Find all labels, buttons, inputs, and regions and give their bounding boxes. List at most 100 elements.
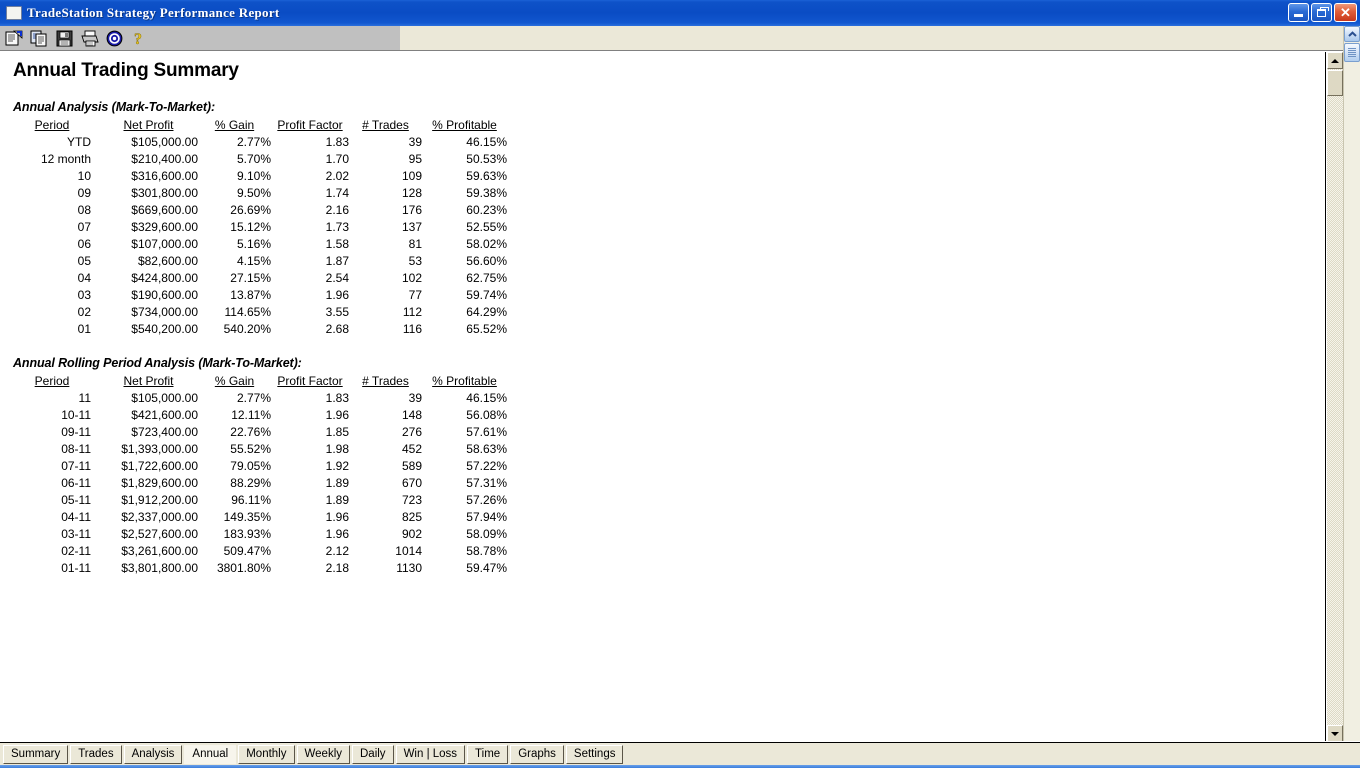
cell-net-profit: $107,000.00 (131, 237, 198, 251)
cell-period: 10-11 (61, 408, 91, 422)
cell-num-trades: 39 (408, 391, 422, 405)
window-scrollbar[interactable] (1343, 26, 1360, 768)
restore-button[interactable] (1311, 3, 1332, 22)
toolbar: ? (0, 26, 1360, 51)
cell-net-profit: $421,600.00 (131, 408, 198, 422)
scroll-thumb-grip (1348, 48, 1356, 57)
cell-net-profit: $105,000.00 (131, 135, 198, 149)
cell-net-profit: $210,400.00 (131, 152, 198, 166)
minimize-button[interactable] (1288, 3, 1309, 22)
column-header-net-profit: Net Profit (123, 374, 174, 388)
cell-profit-factor: 1.92 (325, 459, 349, 473)
print-icon (80, 30, 99, 47)
tab-graphs[interactable]: Graphs (510, 745, 564, 764)
column-header-period: Period (34, 118, 70, 132)
cell-profit-factor: 2.16 (325, 203, 349, 217)
cell-num-trades: 723 (401, 493, 422, 507)
minimize-icon (1294, 14, 1303, 17)
report-content: Annual Trading Summary Annual Analysis (… (0, 52, 1325, 577)
column-header-period: Period (34, 374, 70, 388)
document-scroll-thumb[interactable] (1327, 70, 1343, 96)
print-button[interactable] (78, 28, 100, 49)
cell-num-trades: 102 (401, 271, 422, 285)
cell-num-trades: 452 (401, 442, 422, 456)
copy-button[interactable] (28, 28, 50, 49)
tab-time[interactable]: Time (467, 745, 509, 764)
chevron-up-icon (1347, 30, 1357, 38)
window-scroll-thumb[interactable] (1344, 43, 1360, 62)
table-row: 08-11 $1,393,000.00 55.52% 1.98 452 58.63% (13, 441, 507, 458)
table-row: 07 $329,600.00 15.12% 1.73 137 52.55% (13, 219, 507, 236)
tab-annual[interactable]: Annual (184, 745, 237, 764)
client-area: Annual Trading Summary Annual Analysis (… (0, 51, 1343, 742)
document-scroll-up-button[interactable] (1327, 52, 1343, 69)
document-scrollbar[interactable] (1327, 52, 1343, 742)
cell-pct-profitable: 57.22% (466, 459, 507, 473)
cell-profit-factor: 1.73 (325, 220, 349, 234)
page-title: Annual Trading Summary (13, 60, 239, 81)
section-heading: Annual Analysis (Mark-To-Market): (13, 100, 216, 114)
cell-num-trades: 77 (408, 288, 422, 302)
cell-num-trades: 112 (402, 305, 422, 319)
table-row: 02-11 $3,261,600.00 509.47% 2.12 1014 58.78% (13, 543, 507, 560)
table-row: 05-11 $1,912,200.00 96.11% 1.89 723 57.26% (13, 492, 507, 509)
table-row: 10 $316,600.00 9.10% 2.02 109 59.63% (13, 168, 507, 185)
column-header-num-trades: # Trades (362, 118, 409, 132)
table-row: 01-11 $3,801,800.00 3801.80% 2.18 1130 59.47% (13, 560, 507, 577)
cell-period: 03 (77, 288, 91, 302)
annual-rolling-body: 11 $105,000.00 2.77% 1.83 39 46.15% 10-11 $421,… (13, 390, 507, 577)
tab-daily[interactable]: Daily (352, 745, 394, 764)
cell-pct-gain: 27.15% (230, 271, 271, 285)
table-header-row: Period Net Profit % Gain Profit Factor #… (13, 117, 507, 134)
table-row: 04-11 $2,337,000.00 149.35% 1.96 825 57.94% (13, 509, 507, 526)
document-scroll-down-button[interactable] (1327, 725, 1343, 742)
open-report-button[interactable] (3, 28, 25, 49)
properties-button[interactable] (103, 28, 125, 49)
cell-pct-profitable: 46.15% (466, 391, 507, 405)
tab-monthly[interactable]: Monthly (238, 745, 295, 764)
window-controls: ✕ (1288, 3, 1357, 22)
window-title: TradeStation Strategy Performance Report (27, 5, 280, 20)
tab-summary[interactable]: Summary (3, 745, 69, 764)
cell-pct-gain: 12.11% (231, 408, 271, 422)
cell-pct-profitable: 46.15% (466, 135, 507, 149)
close-button[interactable]: ✕ (1334, 3, 1357, 22)
cell-profit-factor: 1.96 (325, 527, 349, 541)
cell-period: 03-11 (61, 527, 91, 541)
cell-net-profit: $1,393,000.00 (121, 442, 198, 456)
window-scroll-up-button[interactable] (1344, 26, 1360, 42)
cell-num-trades: 148 (401, 408, 422, 422)
save-button[interactable] (53, 28, 75, 49)
table-row: 06 $107,000.00 5.16% 1.58 81 58.02% (13, 236, 507, 253)
svg-text:?: ? (134, 31, 142, 47)
cell-profit-factor: 1.96 (325, 408, 349, 422)
column-header-profit-factor: Profit Factor (277, 118, 343, 132)
application-window: TradeStation Strategy Performance Report… (0, 0, 1360, 768)
cell-net-profit: $1,829,600.00 (121, 476, 198, 490)
tab-trades[interactable]: Trades (70, 745, 122, 764)
cell-pct-gain: 114.65% (224, 305, 271, 319)
cell-pct-gain: 79.05% (230, 459, 271, 473)
cell-profit-factor: 2.68 (325, 322, 349, 336)
cell-num-trades: 902 (401, 527, 422, 541)
cell-profit-factor: 1.89 (325, 476, 349, 490)
help-button[interactable]: ? (128, 28, 150, 49)
title-bar[interactable]: TradeStation Strategy Performance Report… (0, 0, 1360, 26)
tab-strip-divider (0, 742, 1360, 743)
tab-win-loss[interactable]: Win | Loss (395, 745, 466, 764)
column-header-num-trades: # Trades (362, 374, 409, 388)
cell-profit-factor: 1.89 (325, 493, 349, 507)
cell-net-profit: $3,801,800.00 (121, 561, 198, 575)
cell-pct-gain: 15.12% (230, 220, 271, 234)
tab-weekly[interactable]: Weekly (296, 745, 350, 764)
tab-settings[interactable]: Settings (565, 745, 624, 764)
tab-analysis[interactable]: Analysis (123, 745, 183, 764)
restore-icon (1317, 6, 1329, 17)
cell-profit-factor: 1.70 (325, 152, 349, 166)
cell-num-trades: 53 (408, 254, 422, 268)
cell-period: 07-11 (61, 459, 91, 473)
help-icon: ? (132, 30, 146, 47)
cell-profit-factor: 3.55 (325, 305, 349, 319)
document-scroll-track[interactable] (1327, 52, 1343, 742)
table-row: 03-11 $2,527,600.00 183.93% 1.96 902 58.09% (13, 526, 507, 543)
